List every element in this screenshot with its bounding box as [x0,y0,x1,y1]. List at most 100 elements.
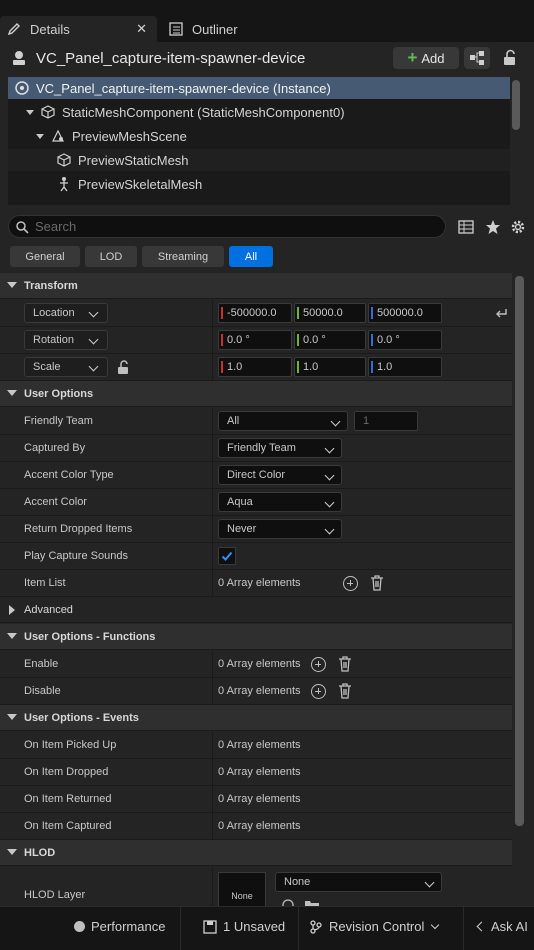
performance-button[interactable]: Performance [74,919,165,934]
trash-icon[interactable] [338,683,352,699]
tree-scrollbar[interactable] [512,80,520,130]
tree-item-staticmeshcomponent[interactable]: StaticMeshComponent (StaticMeshComponent… [8,101,510,123]
category-label: Advanced [24,604,73,616]
search-input[interactable]: Search [8,215,446,238]
rotation-mode-dropdown[interactable]: Rotation [24,330,108,350]
scale-x-field[interactable]: 1.0 [218,357,292,377]
chevron-down-icon [324,497,335,508]
filter-lod-button[interactable]: LOD [85,246,137,267]
location-y-field[interactable]: 50000.0 [294,303,366,323]
unlock-icon[interactable] [502,49,518,67]
category-user-options-functions[interactable]: User Options - Functions [0,624,512,650]
y-axis-bar [297,334,299,346]
filter-streaming-button[interactable]: Streaming [142,246,224,267]
rotation-x-value: 0.0 ° [227,334,250,346]
category-label: HLOD [24,847,56,859]
scale-y-field[interactable]: 1.0 [294,357,366,377]
actor-icon [13,51,25,65]
category-user-options[interactable]: User Options [0,381,512,407]
location-z-field[interactable]: 500000.0 [368,303,442,323]
expand-caret-icon [7,633,17,639]
play-capture-sounds-checkbox[interactable] [218,547,236,565]
filter-all-button[interactable]: All [229,246,273,267]
category-transform[interactable]: Transform [0,273,512,299]
category-hlod[interactable]: HLOD [0,840,512,866]
table-view-icon[interactable] [458,219,474,235]
location-y-value: 50000.0 [303,307,343,319]
folder-icon[interactable] [304,898,320,906]
hlod-layer-dropdown[interactable]: None [275,872,442,892]
captured-by-dropdown[interactable]: Friendly Team [218,438,342,458]
chevron-down-icon [88,361,99,372]
column-divider [212,651,213,678]
tree-item-previewstaticmesh[interactable]: PreviewStaticMesh [8,149,510,171]
column-divider [212,354,213,381]
tree-item-previewmeshscene[interactable]: PreviewMeshScene [8,125,510,147]
gear-icon[interactable] [510,219,526,235]
revision-control-button[interactable]: Revision Control [309,919,440,934]
category-label: User Options [24,388,94,400]
property-friendly-team: Friendly Team All 1 [0,408,512,435]
performance-label: Performance [91,919,166,934]
tree-item-previewskeletalmesh[interactable]: PreviewSkeletalMesh [8,173,510,195]
tree-item-label: PreviewSkeletalMesh [78,176,203,192]
column-divider [212,570,213,597]
add-element-icon[interactable] [311,657,326,672]
browse-icon[interactable] [281,898,295,906]
thumbnail-label: None [231,891,253,901]
friendly-team-dropdown[interactable]: All [218,411,348,431]
scale-x-value: 1.0 [227,361,243,373]
scale-y-value: 1.0 [303,361,319,373]
add-component-button[interactable]: + Add [393,47,459,69]
property-label: On Item Captured [24,820,112,832]
add-element-icon[interactable] [311,684,326,699]
unsaved-button[interactable]: 1 Unsaved [203,919,285,934]
return-dropped-items-value: Never [227,523,257,535]
unlock-scale-icon[interactable] [117,360,131,375]
close-tab-icon[interactable]: ✕ [136,21,147,37]
location-z-value: 500000.0 [377,307,423,319]
accent-color-dropdown[interactable]: Aqua [218,492,342,512]
tab-outliner[interactable]: Outliner [162,16,282,42]
property-hlod-layer: HLOD Layer None None [0,867,512,906]
blueprint-hierarchy-button[interactable] [464,47,490,69]
hlod-layer-thumbnail[interactable]: None [218,872,266,906]
category-label: User Options - Events [24,712,139,724]
accent-color-value: Aqua [227,496,253,508]
location-x-field[interactable]: -500000.0 [218,303,292,323]
trash-icon[interactable] [338,656,352,672]
ask-ai-button[interactable]: Ask AI [476,919,528,934]
rotation-z-field[interactable]: 0.0 ° [368,330,442,350]
location-mode-dropdown[interactable]: Location [24,303,108,323]
on-item-dropped-value: 0 Array elements [218,766,301,778]
expand-caret-icon [7,282,17,288]
details-scrollbar[interactable] [515,276,524,826]
property-accent-color-type: Accent Color Type Direct Color [0,462,512,489]
add-element-icon[interactable] [343,576,358,591]
tree-item-label: PreviewStaticMesh [78,152,189,168]
chevron-down-icon [324,470,335,481]
rotation-y-field[interactable]: 0.0 ° [294,330,366,350]
friendly-team-value: All [227,415,240,427]
friendly-team-number-field[interactable]: 1 [354,411,418,431]
reset-to-default-icon[interactable] [494,307,508,319]
collapse-caret-icon[interactable] [36,133,44,139]
tab-details[interactable]: Details ✕ [0,16,157,42]
trash-icon[interactable] [370,575,384,591]
filter-general-button[interactable]: General [10,246,80,267]
collapse-caret-icon[interactable] [26,109,34,115]
scale-mode-dropdown[interactable]: Scale [24,357,108,377]
column-divider [212,462,213,489]
category-advanced[interactable]: Advanced [0,597,512,623]
component-tree: VC_Panel_capture-item-spawner-device (In… [8,77,510,205]
accent-color-type-dropdown[interactable]: Direct Color [218,465,342,485]
return-dropped-items-dropdown[interactable]: Never [218,519,342,539]
scale-z-field[interactable]: 1.0 [368,357,442,377]
property-return-dropped-items: Return Dropped Items Never [0,516,512,543]
rotation-x-field[interactable]: 0.0 ° [218,330,292,350]
category-user-options-events[interactable]: User Options - Events [0,705,512,731]
status-divider [298,907,299,950]
tree-item-label: StaticMeshComponent (StaticMeshComponent… [62,104,345,120]
star-icon[interactable] [485,219,501,235]
tree-item-instance[interactable]: VC_Panel_capture-item-spawner-device (In… [8,77,510,99]
